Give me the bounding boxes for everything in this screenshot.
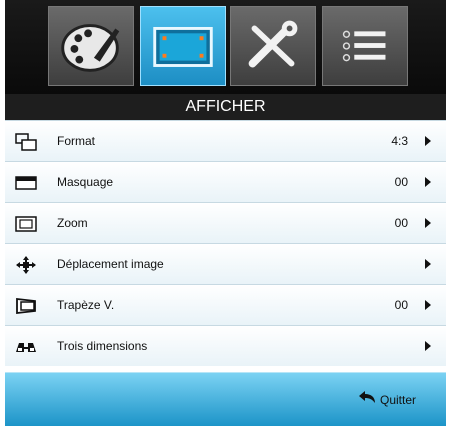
menu-item-label: Masquage — [57, 175, 114, 189]
list-icon — [342, 30, 386, 62]
menu-item-trois-dimensions[interactable]: Trois dimensions — [5, 325, 446, 366]
menu-item-label: Zoom — [57, 216, 88, 230]
display-icon — [153, 26, 213, 67]
menu-item-label: Format — [57, 134, 96, 148]
menu-item-zoom[interactable]: Zoom 00 — [5, 202, 446, 243]
keystone-icon — [16, 297, 36, 315]
menu-item-deplacement-image[interactable]: Déplacement image — [5, 243, 446, 284]
menu-item-label: Déplacement image — [57, 257, 164, 271]
back-arrow-icon — [358, 391, 375, 403]
quit-button[interactable]: Quitter — [358, 391, 416, 407]
menu-item-label: Trapèze V. — [57, 298, 115, 312]
chevron-right-icon — [425, 218, 431, 228]
chevron-right-icon — [425, 300, 431, 310]
chevron-right-icon — [425, 341, 431, 351]
tab-settings[interactable] — [230, 6, 316, 86]
chevron-right-icon — [425, 259, 431, 269]
chevron-right-icon — [425, 177, 431, 187]
menu-title: AFFICHER — [185, 98, 266, 115]
masking-icon — [15, 176, 37, 190]
menu-item-value: 00 — [394, 216, 408, 230]
image-shift-icon — [16, 256, 36, 274]
tab-options[interactable] — [322, 6, 408, 86]
tools-icon — [248, 20, 298, 68]
tab-image-settings[interactable] — [48, 6, 134, 86]
osd-menu: AFFICHER Format 4:3 Masquage 00 Zoom 00 … — [5, 0, 446, 426]
menu-items: Format 4:3 Masquage 00 Zoom 00 Déplaceme… — [5, 120, 446, 366]
menu-item-value: 00 — [394, 175, 408, 189]
tab-display[interactable] — [140, 6, 226, 86]
tab-bar — [5, 0, 446, 94]
chevron-right-icon — [425, 136, 431, 146]
quit-label: Quitter — [379, 393, 416, 407]
menu-item-masquage[interactable]: Masquage 00 — [5, 161, 446, 202]
menu-item-value: 4:3 — [391, 134, 408, 148]
zoom-icon — [15, 216, 37, 232]
menu-item-format[interactable]: Format 4:3 — [5, 120, 446, 161]
3d-glasses-icon — [16, 343, 36, 352]
format-icon — [15, 133, 37, 151]
menu-title-bar: AFFICHER — [5, 94, 446, 120]
menu-item-trapeze-v[interactable]: Trapèze V. 00 — [5, 284, 446, 325]
menu-footer: Quitter — [5, 372, 446, 426]
menu-item-label: Trois dimensions — [57, 339, 148, 353]
palette-icon — [61, 24, 120, 72]
menu-item-value: 00 — [394, 298, 408, 312]
